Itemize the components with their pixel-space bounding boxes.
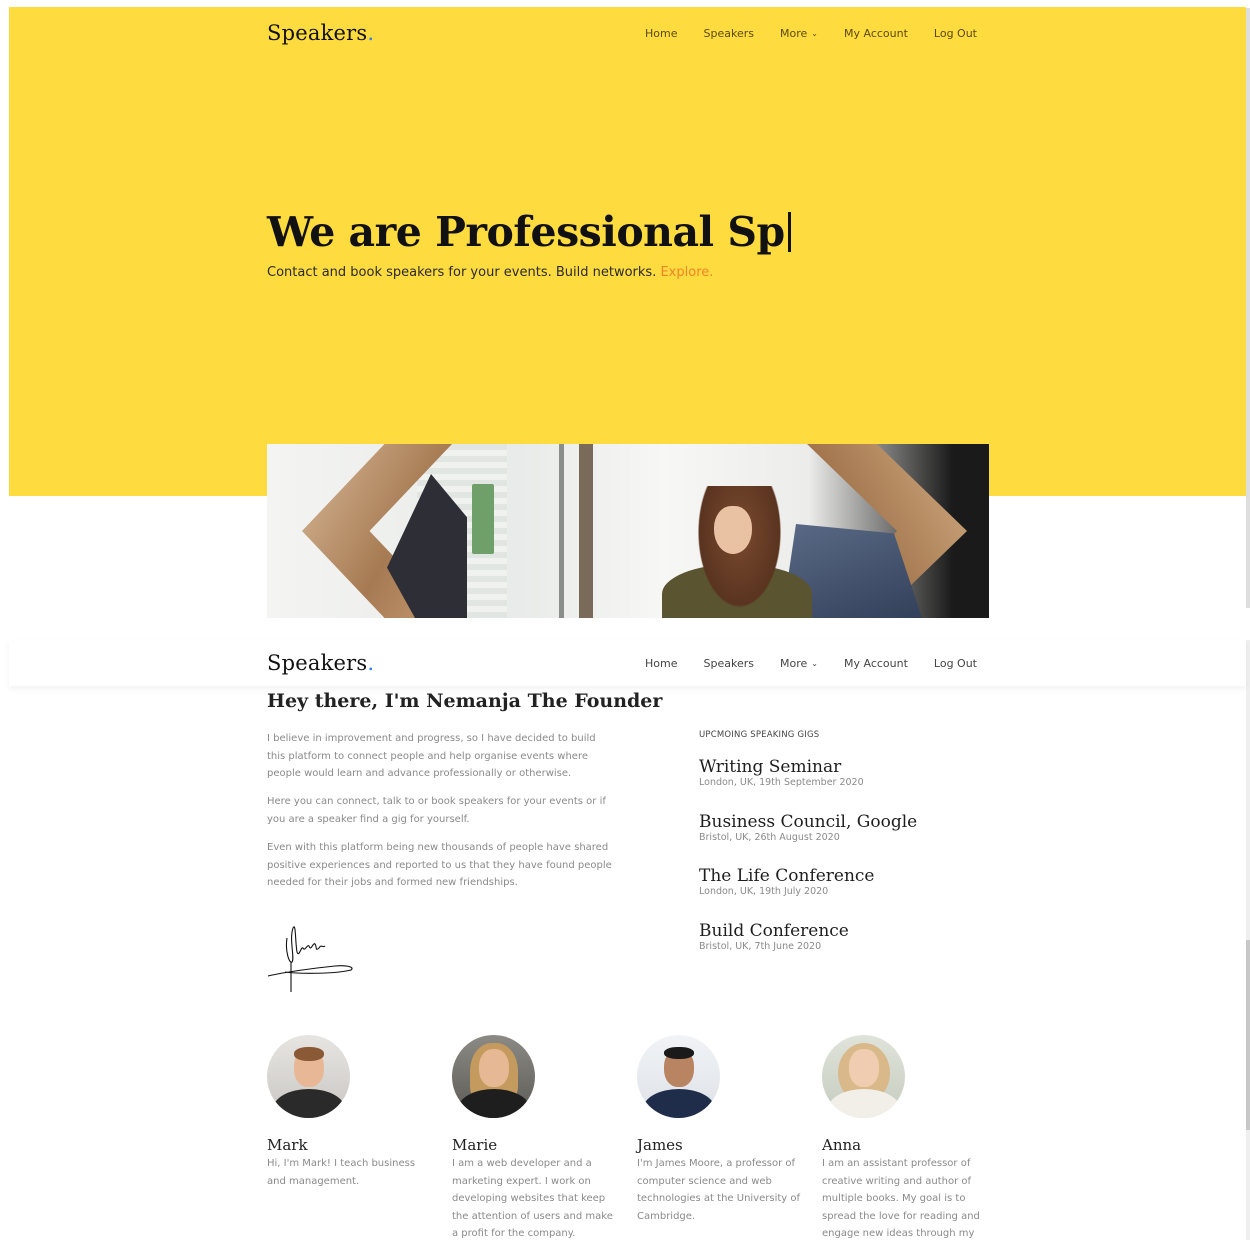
person-face xyxy=(714,506,752,554)
avatar[interactable] xyxy=(267,1035,350,1118)
gig-item[interactable]: The Life Conference London, UK, 19th Jul… xyxy=(699,866,875,897)
avatar-shoulders xyxy=(273,1089,345,1118)
gig-title[interactable]: Writing Seminar xyxy=(699,757,864,777)
brand-name: Speakers xyxy=(267,651,368,675)
speaker-name[interactable]: Marie xyxy=(452,1136,622,1154)
nav-more-label: More xyxy=(780,26,808,40)
gig-meta: Bristol, UK, 7th June 2020 xyxy=(699,941,822,952)
avatar[interactable] xyxy=(822,1035,905,1118)
speaker-bio: I am a web developer and a marketing exp… xyxy=(452,1158,613,1239)
founder-paragraph: Even with this platform being new thousa… xyxy=(267,842,612,888)
founder-title: Hey there, I'm Nemanja The Founder xyxy=(267,690,663,712)
window-frame xyxy=(559,444,564,618)
window-pillar xyxy=(579,444,593,618)
speaker-card-james[interactable]: James I'm James Moore, a professor of co… xyxy=(637,1035,807,1225)
speaker-bio: I am an assistant professor of creative … xyxy=(822,1158,980,1239)
typing-caret xyxy=(787,212,791,252)
chevron-down-icon: ⌄ xyxy=(811,658,818,668)
avatar-hair xyxy=(294,1047,324,1061)
speaker-card-marie[interactable]: Marie I am a web developer and a marketi… xyxy=(452,1035,622,1243)
avatar[interactable] xyxy=(452,1035,535,1118)
nav-home[interactable]: Home xyxy=(645,657,677,670)
avatar-shoulders xyxy=(458,1089,530,1118)
nav-log-out[interactable]: Log Out xyxy=(934,657,977,670)
speaker-bio: Hi, I'm Mark! I teach business and manag… xyxy=(267,1158,416,1187)
avatar-head xyxy=(849,1049,879,1087)
avatar[interactable] xyxy=(637,1035,720,1118)
nav-my-account[interactable]: My Account xyxy=(844,27,908,40)
nav-my-account[interactable]: My Account xyxy=(844,657,908,670)
brand-dot: . xyxy=(367,21,375,45)
nav-more-label: More xyxy=(780,656,808,670)
avatar-head xyxy=(479,1049,509,1087)
gig-item[interactable]: Business Council, Google Bristol, UK, 26… xyxy=(699,812,917,843)
hero-subtitle: Contact and book speakers for your event… xyxy=(267,265,713,280)
top-navbar: Speakers. Home Speakers More ⌄ My Account… xyxy=(267,15,977,51)
hero-title: We are Professional Sp xyxy=(267,208,791,256)
speaker-card-anna[interactable]: Anna I am an assistant professor of crea… xyxy=(822,1035,992,1243)
speaker-name[interactable]: James xyxy=(637,1136,807,1154)
brand-logo[interactable]: Speakers. xyxy=(267,21,374,45)
chevron-down-icon: ⌄ xyxy=(811,28,818,38)
nav-home[interactable]: Home xyxy=(645,27,677,40)
gig-item[interactable]: Build Conference Bristol, UK, 7th June 2… xyxy=(699,921,849,952)
brand-name: Speakers xyxy=(267,21,368,45)
signature-image xyxy=(267,926,353,992)
scrollbar-thumb[interactable] xyxy=(1246,940,1250,1130)
speaker-bio: I'm James Moore, a professor of computer… xyxy=(637,1158,801,1222)
explore-link[interactable]: Explore. xyxy=(660,265,713,280)
brand-logo[interactable]: Speakers. xyxy=(267,651,374,675)
gig-title[interactable]: The Life Conference xyxy=(699,866,875,886)
page-scrollbar-top[interactable] xyxy=(1246,8,1250,608)
speaker-name[interactable]: Mark xyxy=(267,1136,437,1154)
gig-item[interactable]: Writing Seminar London, UK, 19th Septemb… xyxy=(699,757,864,788)
hero-subtitle-text: Contact and book speakers for your event… xyxy=(267,265,657,280)
nav-links: Home Speakers More ⌄ My Account Log Out xyxy=(645,27,977,40)
avatar-shoulders xyxy=(828,1089,900,1118)
sticky-navbar: Speakers. Home Speakers More ⌄ My Account… xyxy=(267,645,977,681)
plant-shape xyxy=(472,484,494,554)
brand-dot: . xyxy=(367,651,375,675)
gig-meta: London, UK, 19th July 2020 xyxy=(699,886,829,897)
gig-meta: Bristol, UK, 26th August 2020 xyxy=(699,832,840,843)
gig-title[interactable]: Business Council, Google xyxy=(699,812,917,832)
founder-paragraph: I believe in improvement and progress, s… xyxy=(267,733,596,779)
avatar-shoulders xyxy=(643,1089,715,1118)
nav-links: Home Speakers More ⌄ My Account Log Out xyxy=(645,657,977,670)
nav-log-out[interactable]: Log Out xyxy=(934,27,977,40)
gig-title[interactable]: Build Conference xyxy=(699,921,849,941)
speaker-card-mark[interactable]: Mark Hi, I'm Mark! I teach business and … xyxy=(267,1035,437,1190)
gig-meta: London, UK, 19th September 2020 xyxy=(699,777,864,788)
nav-speakers[interactable]: Speakers xyxy=(704,27,754,40)
founder-paragraph: Here you can connect, talk to or book sp… xyxy=(267,796,606,825)
nav-more[interactable]: More ⌄ xyxy=(780,27,818,40)
nav-more[interactable]: More ⌄ xyxy=(780,657,818,670)
gigs-heading: UPCMOING SPEAKING GIGS xyxy=(699,730,820,740)
speaker-name[interactable]: Anna xyxy=(822,1136,992,1154)
nav-speakers[interactable]: Speakers xyxy=(704,657,754,670)
avatar-hair xyxy=(664,1047,694,1059)
hero-image xyxy=(267,444,989,618)
hero-title-text: We are Professional Sp xyxy=(267,208,785,256)
